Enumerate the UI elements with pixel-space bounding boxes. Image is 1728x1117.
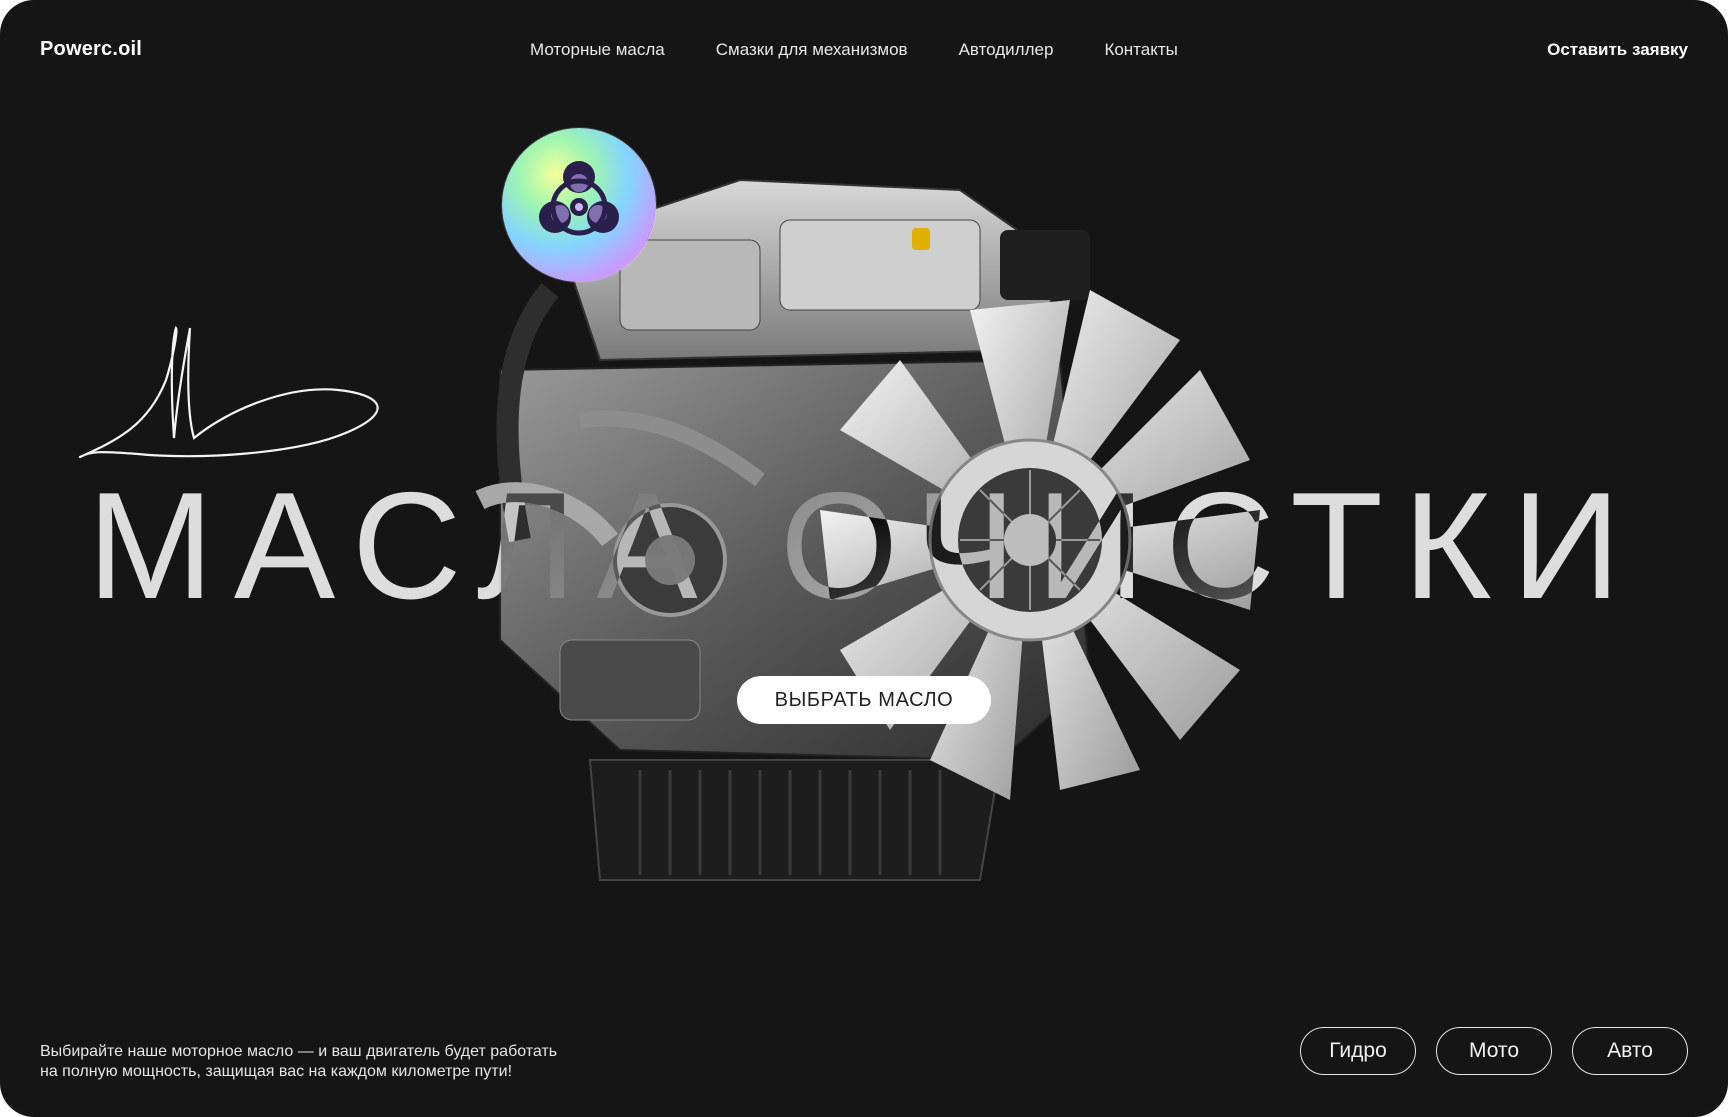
chip-hydro[interactable]: Гидро [1300,1027,1416,1075]
biohazard-icon [539,161,619,236]
choose-oil-button[interactable]: ВЫБРАТЬ МАСЛО [737,676,991,724]
brand-logo[interactable]: Powerc.oil [40,38,142,61]
hero-headline: МАСЛА ОЧИСТКИ [87,461,1641,631]
signature-graphic [78,325,379,459]
nav-item-lubricants[interactable]: Смазки для механизмов [716,40,908,60]
nav-item-contacts[interactable]: Контакты [1104,40,1177,60]
main-nav: Моторные масла Смазки для механизмов Авт… [530,40,1178,60]
biohazard-badge [502,128,656,282]
nav-item-autodealer[interactable]: Автодиллер [959,40,1054,60]
nav-item-motor-oils[interactable]: Моторные масла [530,40,665,60]
category-chips: Гидро Мото Авто [1300,1027,1688,1075]
hero-description: Выбирайте наше моторное масло — и ваш дв… [40,1042,660,1082]
hero-description-line-1: Выбирайте наше моторное масло — и ваш дв… [40,1043,558,1060]
chip-auto[interactable]: Авто [1572,1027,1688,1075]
hero-frame: Powerc.oil Моторные масла Смазки для мех… [0,0,1728,1117]
chip-moto[interactable]: Мото [1436,1027,1552,1075]
hero-description-line-2: на полную мощность, защищая вас на каждо… [40,1063,513,1080]
request-button[interactable]: Оставить заявку [1547,40,1688,60]
